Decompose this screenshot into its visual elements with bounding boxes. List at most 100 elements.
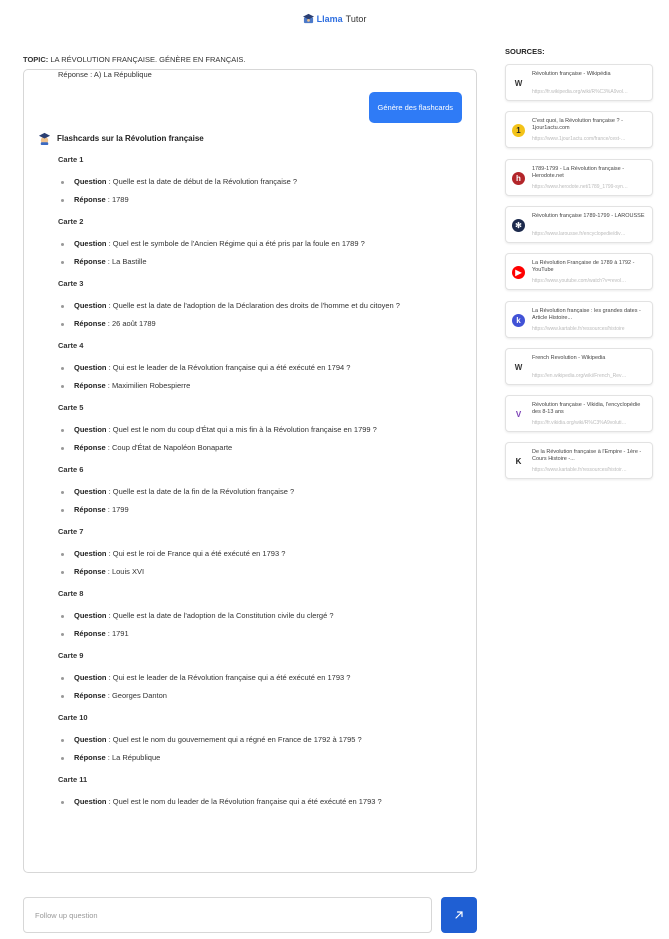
source-card[interactable]: ✻ Révolution française 1789-1799 - LAROU…	[505, 205, 653, 243]
flashcard: Carte 10 Question : Quel est le nom du g…	[58, 713, 462, 763]
answer-text: : 1789	[105, 195, 129, 204]
source-url: https://www.1jour1actu.com/france/cest-q…	[532, 136, 628, 143]
question-text: : Quelle est la date de l'adoption de la…	[106, 301, 400, 310]
flashcard-title: Carte 1	[58, 155, 84, 164]
followup-input[interactable]: Follow up question	[23, 897, 432, 933]
send-button[interactable]	[441, 897, 477, 933]
followup-placeholder: Follow up question	[35, 910, 98, 920]
flashcard-items: Question : Quelle est la date de la fin …	[58, 487, 462, 515]
source-card[interactable]: k La Révolution française : les grandes …	[505, 300, 653, 338]
flashcard-answer: Réponse : Georges Danton	[61, 691, 462, 701]
source-favicon-icon: K	[512, 455, 525, 469]
flashcard-title: Carte 6	[58, 465, 84, 474]
app-header: Llama Tutor	[0, 13, 669, 26]
flashcard-question: Question : Quelle est la date de la fin …	[61, 487, 462, 497]
answer-label: Réponse	[74, 257, 106, 266]
flashcard-answer: Réponse : 26 août 1789	[61, 319, 462, 329]
source-favicon-icon: k	[512, 313, 525, 327]
source-title: Révolution française - Vikidia, l'encycl…	[532, 402, 641, 416]
question-label: Question	[74, 611, 107, 620]
source-favicon-icon: ✻	[512, 218, 525, 232]
bot-title: Flashcards sur la Révolution française	[57, 134, 204, 143]
topic-value: LA RÉVOLUTION FRANÇAISE. GÉNÈRE EN FRANÇ…	[50, 55, 246, 64]
question-text: : Quelle est la date de l'adoption de la…	[106, 611, 334, 620]
source-url: https://www.kartable.fr/ressources/histo…	[532, 325, 625, 332]
flashcard: Carte 3 Question : Quelle est la date de…	[58, 279, 462, 329]
source-url: https://www.herodote.net/1789_1799-synth…	[532, 183, 628, 190]
source-url: https://en.wikipedia.org/wiki/French_Rev…	[532, 372, 628, 379]
source-favicon-icon: h	[512, 171, 525, 185]
bot-message-header: Flashcards sur la Révolution française	[38, 132, 204, 145]
flashcard-items: Question : Quel est le symbole de l'Anci…	[58, 239, 462, 267]
flashcard: Carte 2 Question : Quel est le symbole d…	[58, 217, 462, 267]
question-text: : Quel est le nom du coup d'État qui a m…	[106, 425, 377, 434]
answer-text: : 26 août 1789	[105, 319, 156, 328]
flashcard-title: Carte 4	[58, 341, 84, 350]
flashcard-title: Carte 7	[58, 527, 84, 536]
flashcard-answer: Réponse : Maximilien Robespierre	[61, 381, 462, 391]
flashcard: Carte 9 Question : Qui est le leader de …	[58, 651, 462, 701]
flashcard-answer: Réponse : 1799	[61, 505, 462, 515]
source-title: 1789-1799 - La Révolution française - He…	[532, 165, 625, 179]
answer-label: Réponse	[74, 691, 106, 700]
flashcard-question: Question : Quelle est la date de l'adopt…	[61, 301, 462, 311]
flashcard-question: Question : Quelle est la date de début d…	[61, 177, 462, 187]
flashcard-question: Question : Quel est le nom du coup d'Éta…	[61, 425, 462, 435]
flashcard-question: Question : Qui est le leader de la Révol…	[61, 363, 462, 373]
flashcard-items: Question : Qui est le leader de la Révol…	[58, 673, 462, 701]
question-text: : Qui est le leader de la Révolution fra…	[106, 673, 351, 682]
flashcard-items: Question : Quel est le nom du coup d'Éta…	[58, 425, 462, 453]
flashcard: Carte 4 Question : Qui est le leader de …	[58, 341, 462, 391]
source-url: https://fr.vikidia.org/wiki/R%C3%A9volut…	[532, 420, 628, 427]
question-label: Question	[74, 177, 107, 186]
flashcard-items: Question : Quelle est la date de début d…	[58, 177, 462, 205]
flashcard-question: Question : Qui est le leader de la Révol…	[61, 673, 462, 683]
source-title: De la Révolution française à l'Empire - …	[532, 449, 642, 463]
flashcard-answer: Réponse : Coup d'État de Napoléon Bonapa…	[61, 443, 462, 453]
flashcard-items: Question : Quel est le nom du leader de …	[58, 797, 462, 807]
source-card[interactable]: ▶ La Révolution Française de 1789 à 1792…	[505, 253, 653, 291]
app-logo[interactable]: Llama Tutor	[302, 13, 366, 24]
question-label: Question	[74, 363, 107, 372]
chat-panel[interactable]: Réponse : A) La République Génère des fl…	[23, 69, 477, 873]
source-favicon-icon: ▶	[512, 266, 525, 280]
source-title: Révolution française 1789-1799 - LAROUSS…	[532, 212, 645, 219]
question-label: Question	[74, 239, 107, 248]
flashcard: Carte 5 Question : Quel est le nom du co…	[58, 403, 462, 453]
question-label: Question	[74, 487, 107, 496]
answer-text: : 1791	[105, 629, 129, 638]
source-card[interactable]: K De la Révolution française à l'Empire …	[505, 442, 653, 480]
source-card[interactable]: h 1789-1799 - La Révolution française - …	[505, 158, 653, 196]
answer-label: Réponse	[74, 443, 106, 452]
flashcard: Carte 6 Question : Quelle est la date de…	[58, 465, 462, 515]
source-title: C'est quoi, la Révolution française ? - …	[532, 118, 623, 132]
source-title: La Révolution française : les grandes da…	[532, 307, 641, 321]
flashcard-title: Carte 3	[58, 279, 84, 288]
flashcard-title: Carte 9	[58, 651, 84, 660]
flashcard-title: Carte 10	[58, 713, 88, 722]
question-label: Question	[74, 797, 107, 806]
source-url: https://www.larousse.fr/encyclopedie/div…	[532, 230, 628, 237]
question-label: Question	[74, 735, 107, 744]
topic-line: TOPIC: LA RÉVOLUTION FRANÇAISE. GÉNÈRE E…	[23, 55, 245, 64]
source-url: https://fr.wikipedia.org/wiki/R%C3%A9vol…	[532, 89, 628, 95]
source-url: https://www.youtube.com/watch?v=revoluti…	[532, 278, 628, 285]
source-card[interactable]: 1 C'est quoi, la Révolution française ? …	[505, 111, 653, 149]
answer-text: : Maximilien Robespierre	[105, 381, 191, 390]
answer-label: Réponse	[74, 629, 106, 638]
question-text: : Quelle est la date de la fin de la Rév…	[106, 487, 295, 496]
answer-text: : Coup d'État de Napoléon Bonaparte	[105, 443, 233, 452]
tutor-avatar-icon	[38, 132, 51, 145]
answer-text: : Louis XVI	[105, 567, 145, 576]
source-card[interactable]: V Révolution française - Vikidia, l'ency…	[505, 395, 653, 433]
source-card[interactable]: W French Revolution - Wikipedia https://…	[505, 347, 653, 385]
source-card[interactable]: W Révolution française - Wikipédia https…	[505, 64, 653, 101]
arrow-up-right-icon	[455, 911, 463, 919]
flashcard-question: Question : Quel est le symbole de l'Anci…	[61, 239, 462, 249]
question-text: : Quelle est la date de début de la Révo…	[106, 177, 298, 186]
question-text: : Quel est le symbole de l'Ancien Régime…	[106, 239, 365, 248]
flashcard-question: Question : Quelle est la date de l'adopt…	[61, 611, 462, 621]
source-title: French Revolution - Wikipedia	[532, 354, 606, 361]
source-url: https://www.kartable.fr/ressources/histo…	[532, 467, 628, 474]
flashcard-items: Question : Quel est le nom du gouverneme…	[58, 735, 462, 763]
